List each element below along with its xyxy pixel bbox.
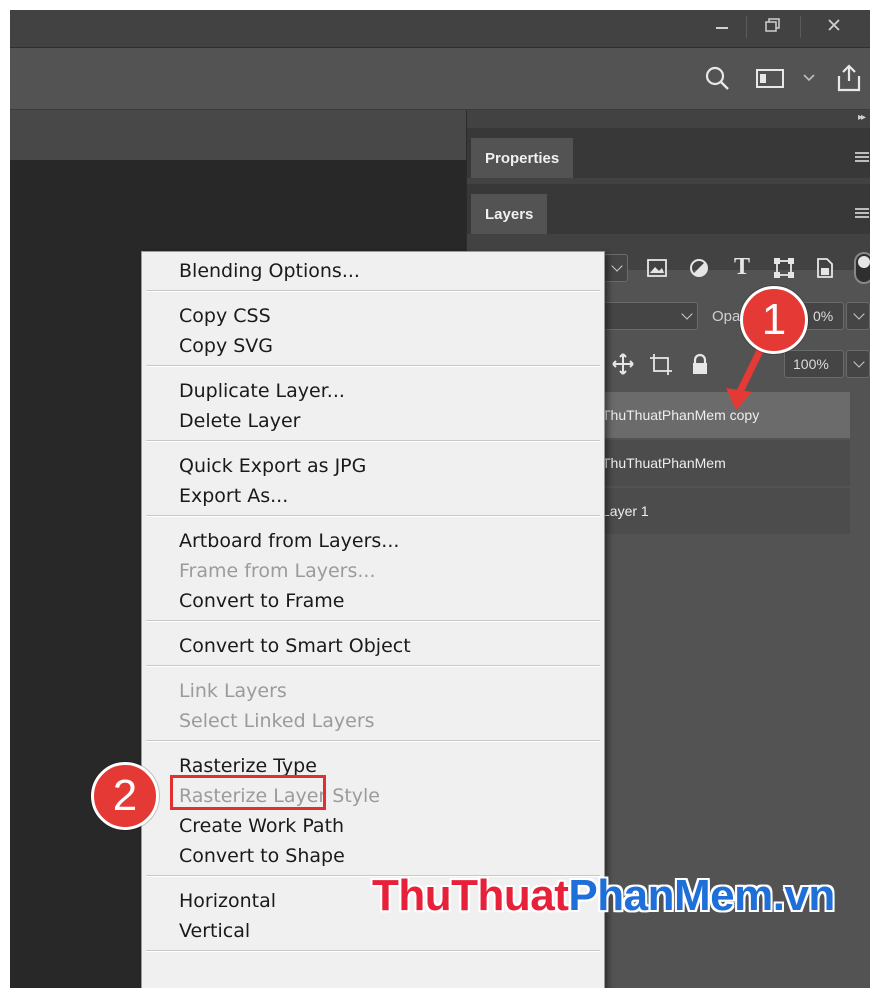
menu-separator [146,440,600,442]
toggle-knob [858,256,870,268]
window-title-bar [10,10,870,48]
minimize-button[interactable] [698,10,746,40]
menu-item-artboard-from-layers[interactable]: Artboard from Layers... [179,526,399,556]
menu-item-vertical[interactable]: Vertical [179,916,250,946]
menu-item-convert-to-shape[interactable]: Convert to Shape [179,841,345,871]
screenshot-stage: ▸▸ Properties Layers T Opa 0% 100% ThuTh… [0,0,870,988]
menu-separator [146,290,600,292]
panel-menu-icon[interactable] [855,208,869,220]
workspace-dropdown-button[interactable] [798,62,820,94]
options-bar [10,48,870,110]
menu-separator [146,665,600,667]
opacity-dropdown[interactable] [846,302,870,330]
collapse-panels-icon[interactable]: ▸▸ [858,112,866,123]
layer-row[interactable]: Layer 1 [600,488,850,534]
layer-name: ThuThuatPhanMem [602,455,726,471]
tab-properties[interactable]: Properties [471,138,574,178]
menu-item-horizontal[interactable]: Horizontal [179,886,276,916]
menu-item-copy-css[interactable]: Copy CSS [179,301,271,331]
menu-separator [146,515,600,517]
shape-filter-icon[interactable] [770,254,798,282]
menu-item-blending-options[interactable]: Blending Options... [179,256,360,286]
watermark-part-2: PhanMem [568,871,773,920]
opacity-label: Opa [712,307,741,325]
rasterize-type-highlight [170,775,326,810]
layer-row[interactable]: ThuThuatPhanMem [600,440,850,486]
tab-layers[interactable]: Layers [471,194,548,234]
lock-all-icon[interactable] [688,350,712,378]
menu-separator [146,620,600,622]
layer-name: Layer 1 [602,503,649,519]
fill-dropdown[interactable] [846,350,870,378]
filter-toggle-switch[interactable] [854,252,870,284]
type-filter-icon[interactable]: T [728,252,756,282]
search-icon [705,66,729,90]
menu-item-convert-to-smart-object[interactable]: Convert to Smart Object [179,631,411,661]
restore-icon [765,18,780,32]
layers-panel-header: Layers [467,184,870,234]
step-1-badge: 1 [740,286,808,354]
chevron-down-icon [803,74,815,82]
fill-value: 100% [793,356,829,372]
minimize-icon [716,27,728,29]
lock-position-icon[interactable] [610,350,636,378]
menu-separator [146,365,600,367]
fill-input[interactable]: 100% [784,350,844,378]
restore-button[interactable] [748,10,796,40]
menu-item-export-as[interactable]: Export As... [179,481,288,511]
menu-separator [146,950,600,952]
window-button-divider [746,16,747,38]
close-button[interactable] [810,10,858,40]
lock-artboard-icon[interactable] [648,350,674,378]
menu-item-delete-layer[interactable]: Delete Layer [179,406,300,436]
watermark-part-1: ThuThuat [372,871,569,920]
close-icon [828,19,840,31]
smart-object-filter-icon[interactable] [812,254,838,282]
watermark-part-3: .vn [772,871,836,920]
menu-item-convert-to-frame[interactable]: Convert to Frame [179,586,344,616]
workspace-button[interactable] [752,62,788,94]
share-button[interactable] [832,62,866,94]
adjustment-filter-icon[interactable] [686,254,712,282]
menu-item-create-work-path[interactable]: Create Work Path [179,811,344,841]
watermark-logo: ThuThuat PhanMem .vn [372,866,835,926]
window-button-divider [800,16,801,38]
menu-separator [146,740,600,742]
document-tab-bar [10,110,466,160]
menu-item-frame-from-layers: Frame from Layers... [179,560,376,582]
properties-panel-header: Properties [467,128,870,178]
share-icon [837,64,861,92]
menu-item-link-layers: Link Layers [179,680,287,702]
step-2-badge: 2 [91,762,159,830]
workspace-icon [756,69,784,88]
search-button[interactable] [700,62,734,94]
blend-mode-dropdown[interactable] [600,302,698,330]
menu-item-copy-svg[interactable]: Copy SVG [179,331,273,361]
image-filter-icon[interactable] [644,254,670,282]
menu-item-duplicate-layer[interactable]: Duplicate Layer... [179,376,345,406]
menu-item-select-linked-layers: Select Linked Layers [179,710,375,732]
menu-item-quick-export-as-jpg[interactable]: Quick Export as JPG [179,451,366,481]
panel-menu-icon[interactable] [855,152,869,164]
